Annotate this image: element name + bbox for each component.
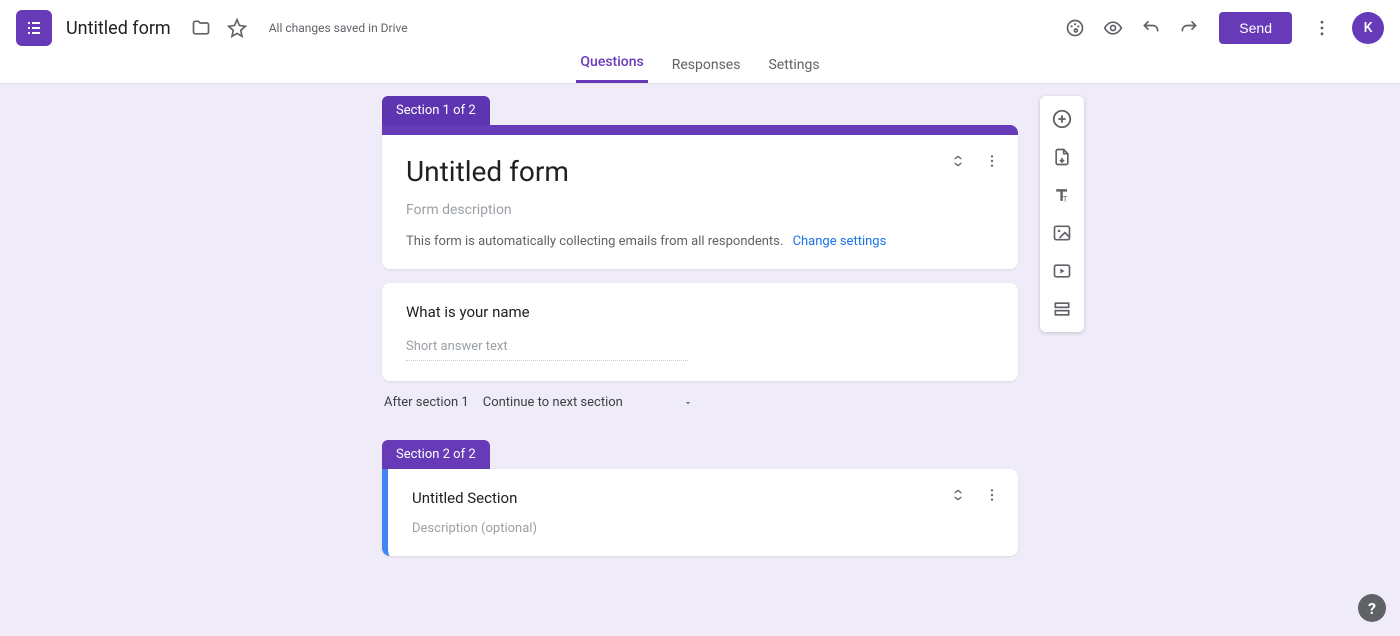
section-1-header-card[interactable]: Untitled form Form description This form… xyxy=(382,125,1018,269)
customize-theme-icon[interactable] xyxy=(1057,10,1093,46)
redo-icon[interactable] xyxy=(1171,10,1207,46)
after-section-row: After section 1 Continue to next section xyxy=(384,395,1018,410)
question-title[interactable]: What is your name xyxy=(406,303,994,321)
tab-bar: Questions Responses Settings xyxy=(0,56,1400,84)
question-card-1[interactable]: What is your name Short answer text xyxy=(382,283,1018,381)
add-video-icon[interactable] xyxy=(1044,254,1080,288)
section-more-icon[interactable] xyxy=(984,153,1000,169)
email-notice-text: This form is automatically collecting em… xyxy=(406,234,783,249)
form-title[interactable]: Untitled form xyxy=(66,18,171,39)
undo-icon[interactable] xyxy=(1133,10,1169,46)
section-2-more-icon[interactable] xyxy=(984,487,1000,503)
svg-text:T: T xyxy=(1063,195,1068,204)
import-questions-icon[interactable] xyxy=(1044,140,1080,174)
help-button[interactable]: ? xyxy=(1358,594,1386,622)
form-main-title[interactable]: Untitled form xyxy=(406,155,994,188)
chevron-down-icon xyxy=(683,398,693,408)
app-header: Untitled form All changes saved in Drive… xyxy=(0,0,1400,56)
tab-settings[interactable]: Settings xyxy=(764,57,823,83)
add-title-icon[interactable]: T xyxy=(1044,178,1080,212)
section-2-title[interactable]: Untitled Section xyxy=(412,489,994,507)
editor-canvas: T Section 1 of 2 Untitled form Form desc… xyxy=(0,84,1400,636)
email-collect-notice: This form is automatically collecting em… xyxy=(406,234,994,249)
short-answer-placeholder: Short answer text xyxy=(406,339,688,361)
add-section-icon[interactable] xyxy=(1044,292,1080,326)
collapse-section-icon[interactable] xyxy=(950,153,966,169)
send-button[interactable]: Send xyxy=(1219,12,1292,44)
change-settings-link[interactable]: Change settings xyxy=(793,234,887,249)
add-image-icon[interactable] xyxy=(1044,216,1080,250)
section-2-badge: Section 2 of 2 xyxy=(382,440,490,469)
form-description[interactable]: Form description xyxy=(406,202,994,218)
floating-toolbar: T xyxy=(1040,96,1084,332)
section-2-description[interactable]: Description (optional) xyxy=(412,521,994,536)
collapse-section-2-icon[interactable] xyxy=(950,487,966,503)
more-icon[interactable] xyxy=(1304,10,1340,46)
section-2-header-card[interactable]: Untitled Section Description (optional) xyxy=(382,469,1018,556)
preview-icon[interactable] xyxy=(1095,10,1131,46)
after-section-label: After section 1 xyxy=(384,395,469,410)
star-icon[interactable] xyxy=(219,10,255,46)
move-to-folder-icon[interactable] xyxy=(183,10,219,46)
tab-responses[interactable]: Responses xyxy=(668,57,745,83)
save-status: All changes saved in Drive xyxy=(269,21,408,35)
add-question-icon[interactable] xyxy=(1044,102,1080,136)
after-section-select[interactable]: Continue to next section xyxy=(483,395,693,410)
tab-questions[interactable]: Questions xyxy=(576,54,647,83)
section-1-badge: Section 1 of 2 xyxy=(382,96,490,125)
account-avatar[interactable]: K xyxy=(1352,12,1384,44)
forms-logo[interactable] xyxy=(16,10,52,46)
after-section-option: Continue to next section xyxy=(483,395,623,410)
